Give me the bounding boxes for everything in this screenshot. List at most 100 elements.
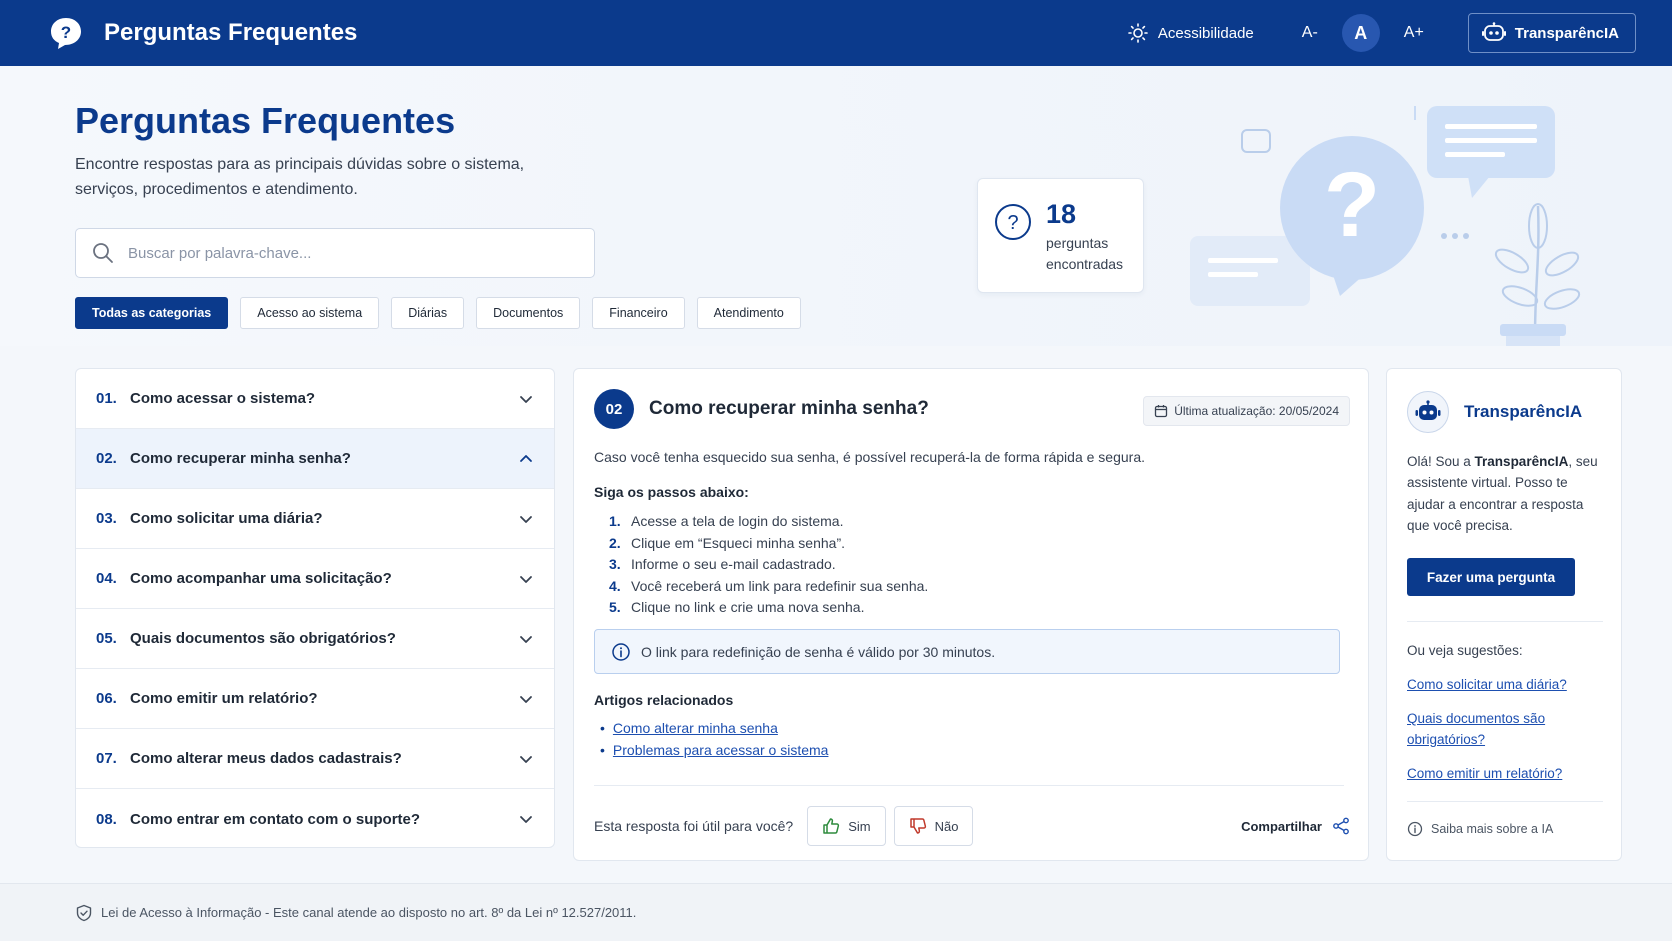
chevron-down-icon <box>520 515 532 523</box>
faq-item-05[interactable]: 05. Quais documentos são obrigatórios? <box>76 609 554 669</box>
category-chip-diarias[interactable]: Diárias <box>391 297 465 329</box>
svg-text:?: ? <box>1324 154 1380 256</box>
faq-item-question: Como recuperar minha senha? <box>130 450 351 467</box>
notice-text: O link para redefinição de senha é válid… <box>641 643 996 660</box>
chevron-down-icon <box>520 635 532 643</box>
accessibility-button[interactable]: Acessibilidade <box>1128 23 1254 43</box>
suggestion-link-diaria[interactable]: Como solicitar uma diária? <box>1407 674 1597 695</box>
divider <box>594 785 1344 786</box>
category-filters: Todas as categorias Acesso ao sistema Di… <box>75 297 813 329</box>
faq-illustration: ? <box>1190 106 1581 346</box>
calendar-icon <box>1155 405 1168 418</box>
chevron-up-icon <box>520 454 532 462</box>
faq-item-number: 06. <box>96 690 117 707</box>
related-heading: Artigos relacionados <box>594 692 734 708</box>
faq-list: 01. Como acessar o sistema? 02. Como rec… <box>75 368 555 848</box>
chevron-down-icon <box>520 695 532 703</box>
faq-item-question: Como emitir um relatório? <box>130 690 318 707</box>
search-input[interactable] <box>128 244 568 262</box>
category-chip-support[interactable]: Atendimento <box>696 297 801 329</box>
faq-item-07[interactable]: 07. Como alterar meus dados cadastrais? <box>76 729 554 789</box>
faq-item-question: Como acompanhar uma solicitação? <box>130 570 392 587</box>
assistant-greeting: Olá! Sou a TransparêncIA, seu assistente… <box>1407 454 1598 533</box>
top-bar: ? Perguntas Frequentes Acessibilidade A-… <box>0 0 1672 66</box>
search-box[interactable] <box>75 228 595 278</box>
divider <box>1407 621 1603 622</box>
question-circle-icon: ? <box>995 204 1031 240</box>
question-bubble-icon: ? <box>51 18 81 49</box>
faq-item-question: Como alterar meus dados cadastrais? <box>130 750 402 767</box>
faq-item-06[interactable]: 06. Como emitir um relatório? <box>76 669 554 729</box>
font-decrease-button[interactable]: A- <box>1302 24 1318 42</box>
step-item: 4. Você receberá um link para redefinir s… <box>609 577 929 594</box>
info-notice: O link para redefinição de senha é válid… <box>594 629 1340 674</box>
category-chip-access[interactable]: Acesso ao sistema <box>240 297 380 329</box>
feedback-no-button[interactable]: Não <box>893 806 974 846</box>
chevron-down-icon <box>520 816 532 823</box>
faq-item-number: 08. <box>96 810 117 828</box>
feedback-question: Esta resposta foi útil para você? <box>594 818 794 834</box>
thumbs-down-icon <box>909 818 926 834</box>
hero-section: Perguntas Frequentes Encontre respostas … <box>0 66 1672 346</box>
faq-item-question: Como entrar em contato com o suporte? <box>130 810 421 828</box>
faq-item-question: Como solicitar uma diária? <box>130 510 323 527</box>
share-icon <box>1333 817 1349 835</box>
step-item: 5. Clique no link e crie uma nova senha. <box>609 599 865 616</box>
faq-item-04[interactable]: 04. Como acompanhar uma solicitação? <box>76 549 554 609</box>
footer-text: Lei de Acesso à Informação - Este canal … <box>101 905 637 920</box>
learn-more-ai-link[interactable]: Saiba mais sobre a IA <box>1407 821 1553 837</box>
category-chip-all[interactable]: Todas as categorias <box>75 297 229 329</box>
related-item: Problemas para acessar o sistema <box>600 740 829 762</box>
assistant-top-button[interactable]: TransparêncIA <box>1467 13 1636 53</box>
chevron-down-icon <box>520 395 532 403</box>
page-title: Perguntas Frequentes <box>75 100 456 141</box>
feedback-row: Esta resposta foi útil para você? Sim Nã… <box>594 806 974 846</box>
faq-item-01[interactable]: 01. Como acessar o sistema? <box>76 369 554 429</box>
font-normal-button[interactable]: A <box>1341 14 1380 52</box>
faq-item-question: Quais documentos são obrigatórios? <box>130 630 396 647</box>
category-chip-documents[interactable]: Documentos <box>476 297 581 329</box>
page-subtitle: Encontre respostas para as principais dú… <box>75 156 525 198</box>
suggestion-link-documents[interactable]: Quais documentos são obrigatórios? <box>1407 708 1597 750</box>
share-label: Compartilhar <box>1241 818 1322 834</box>
chevron-down-icon <box>520 755 532 763</box>
last-update-badge: Última atualização: 20/05/2024 <box>1143 396 1350 426</box>
feedback-yes-button[interactable]: Sim <box>807 806 886 846</box>
answer-intro: Caso você tenha esquecido sua senha, é p… <box>594 449 1146 465</box>
faq-item-question: Como acessar o sistema? <box>130 390 316 407</box>
step-item: 2. Clique em “Esqueci minha senha”. <box>609 534 845 551</box>
faq-item-08[interactable]: 08. Como entrar em contato com o suporte… <box>76 789 554 847</box>
svg-text:?: ? <box>61 23 71 42</box>
search-icon <box>93 243 113 263</box>
suggestion-link-report[interactable]: Como emitir um relatório? <box>1407 763 1597 784</box>
accessibility-label: Acessibilidade <box>1157 24 1254 42</box>
faq-item-number: 05. <box>96 630 117 647</box>
info-icon <box>612 642 630 661</box>
answer-panel: 02 Como recuperar minha senha? Última at… <box>573 368 1369 861</box>
faq-item-02[interactable]: 02. Como recuperar minha senha? <box>76 429 554 489</box>
font-increase-button[interactable]: A+ <box>1404 24 1424 42</box>
related-link-change-password[interactable]: Como alterar minha senha <box>613 720 778 736</box>
related-list: Como alterar minha senha Problemas para … <box>600 718 829 762</box>
ask-question-button[interactable]: Fazer uma pergunta <box>1407 558 1575 596</box>
step-item: 3. Informe o seu e-mail cadastrado. <box>609 556 836 573</box>
category-chip-financial[interactable]: Financeiro <box>592 297 685 329</box>
last-update-text: Última atualização: 20/05/2024 <box>1174 404 1339 418</box>
steps-list: 1. Acesse a tela de login do sistema. 2. C… <box>609 511 928 619</box>
app-title: Perguntas Frequentes <box>104 19 358 46</box>
faq-item-03[interactable]: 03. Como solicitar uma diária? <box>76 489 554 549</box>
svg-text:?: ? <box>1007 212 1018 234</box>
divider <box>1407 801 1603 802</box>
results-count-label: perguntas encontradas <box>1046 235 1124 272</box>
related-link-access-problems[interactable]: Problemas para acessar o sistema <box>613 742 829 758</box>
assistant-top-label: TransparêncIA <box>1514 24 1619 42</box>
assistant-name: TransparêncIA <box>1464 402 1583 421</box>
share-button[interactable]: Compartilhar <box>1241 817 1350 835</box>
assistant-panel: TransparêncIA Olá! Sou a TransparêncIA, … <box>1386 368 1622 861</box>
faq-item-number: 04. <box>96 570 117 587</box>
steps-heading: Siga os passos abaixo: <box>594 484 749 500</box>
answer-number-badge: 02 <box>594 389 634 429</box>
results-count-card: ? 18 perguntas encontradas <box>977 178 1144 293</box>
faq-item-number: 02. <box>96 450 117 467</box>
thumbs-up-icon <box>823 818 840 834</box>
